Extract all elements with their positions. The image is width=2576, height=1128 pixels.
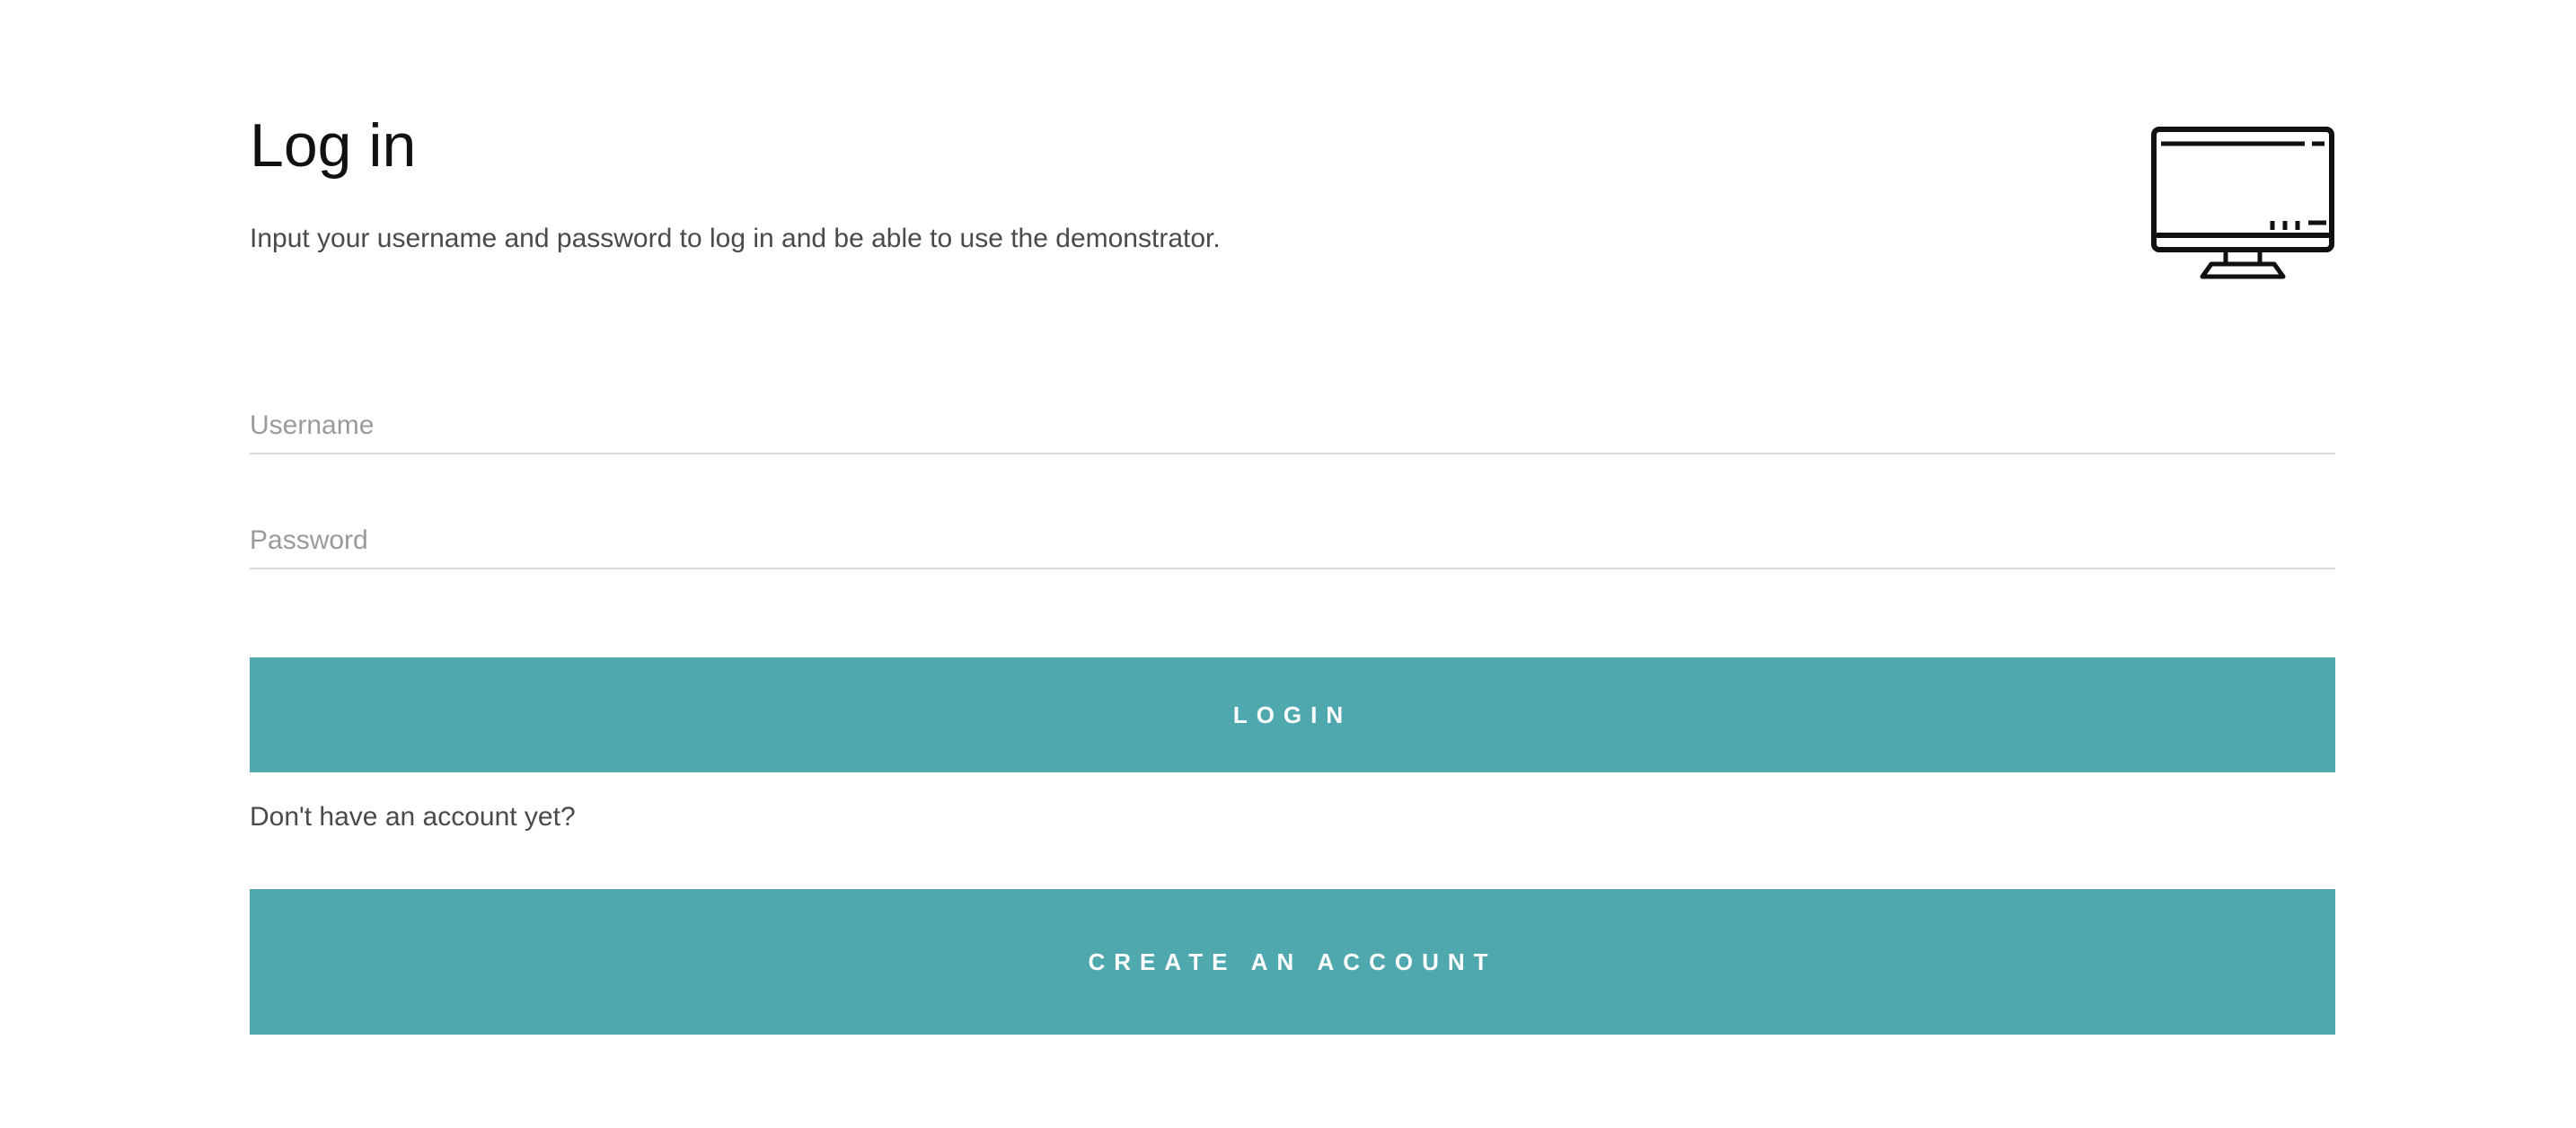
password-input[interactable]	[250, 514, 2335, 569]
username-input[interactable]	[250, 399, 2335, 454]
login-button[interactable]: Login	[250, 657, 2335, 772]
monitor-icon	[2151, 127, 2334, 279]
login-button-label: Login	[1232, 701, 1353, 728]
create-account-button-label: Create an account	[1088, 947, 1497, 975]
create-account-button[interactable]: Create an account	[250, 889, 2335, 1035]
signup-prompt: Don't have an account yet?	[250, 802, 576, 832]
page-title: Log in	[250, 111, 417, 180]
page-subtitle: Input your username and password to log …	[250, 224, 1221, 253]
login-page: Log in Input your username and password …	[0, 0, 2576, 1128]
